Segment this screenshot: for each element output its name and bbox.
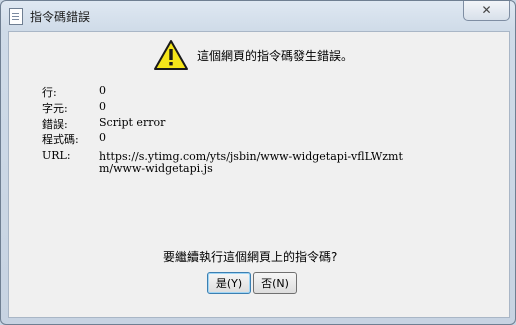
- url-value: https://s.ytimg.com/yts/jsbin/www-widget…: [99, 150, 403, 175]
- char-label: 字元:: [42, 102, 68, 115]
- dialog-window: 指令碼錯誤 ✕ 這個網頁的指令碼發生錯誤。 行: 0 字元: 0 錯誤: Scr…: [0, 0, 516, 325]
- error-label: 錯誤:: [42, 118, 68, 131]
- dialog-content: 這個網頁的指令碼發生錯誤。 行: 0 字元: 0 錯誤: Script erro…: [8, 31, 510, 318]
- code-value: 0: [99, 131, 106, 144]
- line-label: 行:: [42, 86, 57, 99]
- yes-button[interactable]: 是(Y): [207, 272, 251, 294]
- no-button[interactable]: 否(N): [253, 272, 297, 294]
- code-label: 程式碼:: [42, 133, 79, 146]
- document-icon: [9, 8, 23, 25]
- continue-question: 要繼續執行這個網頁上的指令碼?: [163, 250, 338, 264]
- warning-icon: [154, 40, 188, 70]
- error-value: Script error: [99, 116, 166, 129]
- title-bar[interactable]: 指令碼錯誤 ✕: [1, 1, 515, 31]
- close-button[interactable]: ✕: [463, 1, 510, 21]
- url-label: URL:: [42, 149, 71, 162]
- error-message: 這個網頁的指令碼發生錯誤。: [197, 49, 354, 63]
- window-title: 指令碼錯誤: [30, 10, 91, 24]
- line-value: 0: [99, 84, 106, 97]
- char-value: 0: [99, 100, 106, 113]
